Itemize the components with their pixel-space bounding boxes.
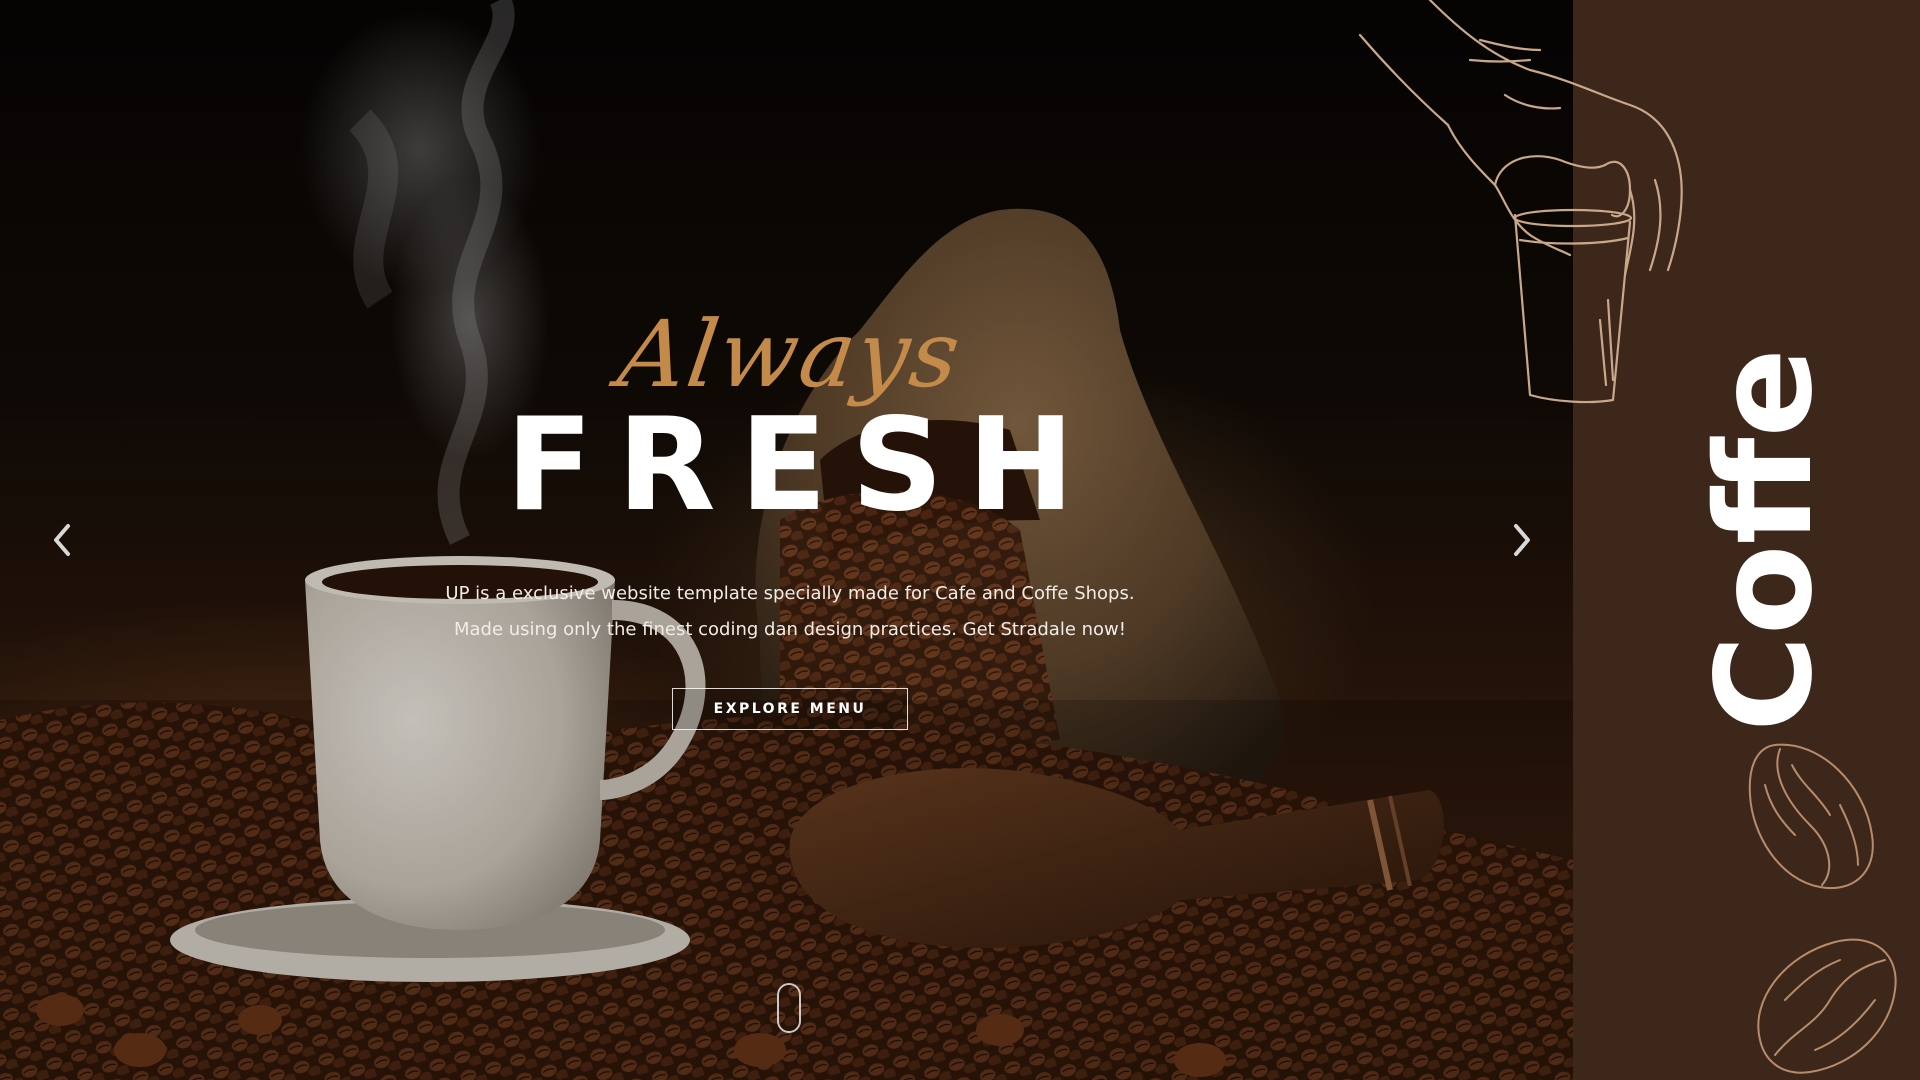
explore-menu-button[interactable]: EXPLORE MENU [672,688,908,730]
mouse-scroll-icon[interactable] [777,983,801,1033]
hero-content: Always FRESH UP is a exclusive website t… [380,300,1200,730]
chevron-right-icon [1514,524,1530,556]
coffee-bean-icon [1757,938,1897,1074]
page: Always FRESH UP is a exclusive website t… [0,0,1920,1080]
side-vertical-word: Coffe [1688,347,1842,733]
hero-description-line: UP is a exclusive website template speci… [445,583,1135,604]
hero-description-line: Made using only the finest coding dan de… [453,619,1126,640]
slider-next-button[interactable] [1502,520,1542,560]
hero-description: UP is a exclusive website template speci… [380,576,1200,648]
chevron-left-icon [54,524,70,556]
hero-script-title: Always [612,301,968,408]
coffee-bean-icon [1748,743,1874,890]
hand-holding-cup-icon [1358,0,1683,404]
slider-prev-button[interactable] [42,520,82,560]
hero-main-title: FRESH [505,391,1099,540]
